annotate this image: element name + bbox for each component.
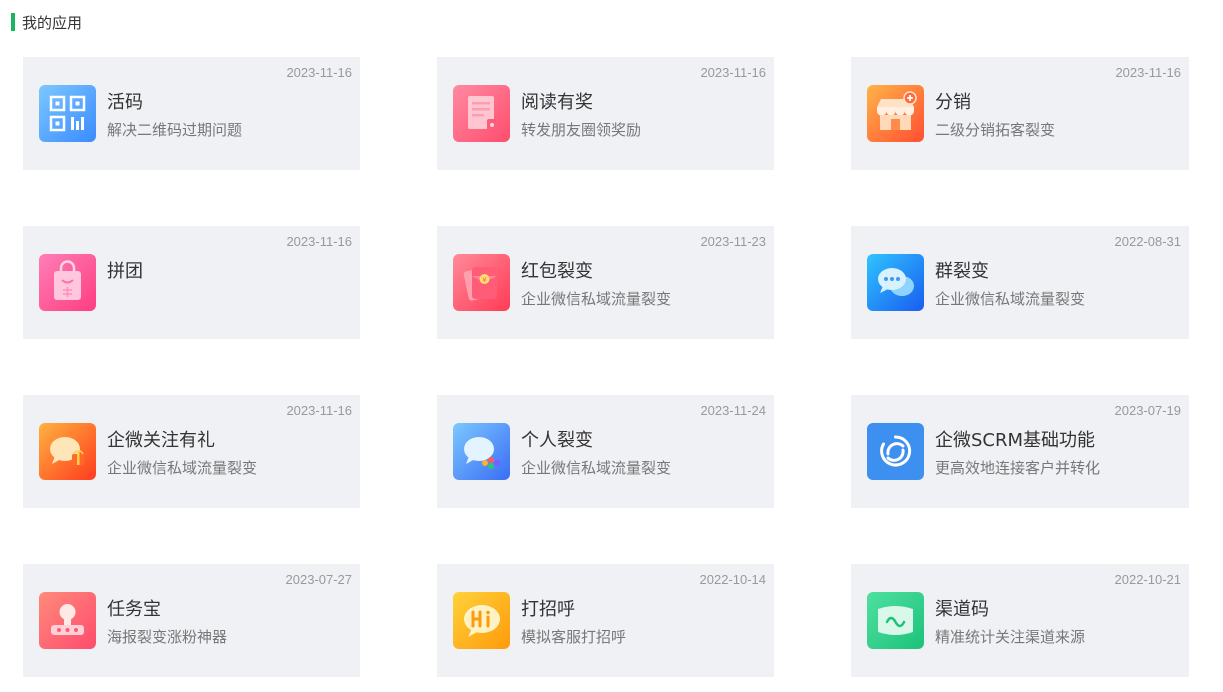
app-card-channel-code[interactable]: 2022-10-21 渠道码 精准统计关注渠道来源	[851, 564, 1189, 677]
section-accent-bar	[11, 13, 15, 31]
app-name: 红包裂变	[521, 261, 593, 282]
chat-share-icon	[453, 423, 510, 480]
channel-map-icon	[867, 592, 924, 649]
app-date: 2023-11-16	[286, 403, 352, 418]
app-card-reading-reward[interactable]: 2023-11-16 阅读有奖 转发朋友圈领奖励	[437, 57, 774, 170]
app-date: 2023-11-16	[286, 234, 352, 249]
app-card-group-fission[interactable]: 2022-08-31 群裂变 企业微信私域流量裂变	[851, 226, 1189, 339]
app-name: 打招呼	[521, 599, 575, 620]
red-packet-icon: ¥	[453, 254, 510, 311]
app-date: 2023-11-16	[286, 65, 352, 80]
shopping-bag-icon	[39, 254, 96, 311]
app-date: 2023-11-24	[700, 403, 766, 418]
app-name: 任务宝	[107, 599, 161, 620]
app-desc: 模拟客服打招呼	[521, 628, 627, 646]
app-desc: 海报裂变涨粉神器	[107, 628, 228, 646]
app-desc: 二级分销拓客裂变	[935, 121, 1056, 139]
app-card-red-packet-fission[interactable]: 2023-11-23 ¥ 红包裂变 企业微信私域流量裂变	[437, 226, 774, 339]
app-card-personal-fission[interactable]: 2023-11-24 个人裂变 企业微信私域流量裂变	[437, 395, 774, 508]
app-card-follow-gift[interactable]: 2023-11-16 企微关注有礼 企业微信私域流量裂变	[23, 395, 360, 508]
app-name: 企微SCRM基础功能	[935, 430, 1096, 451]
app-card-distribution[interactable]: 2023-11-16 分销 二级分销拓客裂变	[851, 57, 1189, 170]
storefront-icon	[867, 85, 924, 142]
app-card-live-code[interactable]: 2023-11-16 活码 解决二维码过期问题	[23, 57, 360, 170]
app-card-task-treasure[interactable]: 2023-07-27 任务宝 海报裂变涨粉神器	[23, 564, 360, 677]
scrm-logo-icon	[867, 423, 924, 480]
chat-gift-icon	[39, 423, 96, 480]
app-desc: 精准统计关注渠道来源	[935, 628, 1086, 646]
app-card-group-buy[interactable]: 2023-11-16 拼团	[23, 226, 360, 339]
app-card-greeting[interactable]: 2022-10-14 打招呼 模拟客服打招呼	[437, 564, 774, 677]
app-date: 2022-08-31	[1114, 234, 1182, 249]
app-grid: 2023-11-16 活码 解决二维码过期问题 2023-11-16 阅读有奖 …	[23, 57, 1189, 677]
app-desc: 更高效地连接客户并转化	[935, 459, 1101, 477]
section-title: 我的应用	[22, 13, 83, 32]
app-name: 阅读有奖	[521, 92, 593, 113]
app-desc: 企业微信私域流量裂变	[521, 290, 672, 308]
app-date: 2023-07-19	[1114, 403, 1182, 418]
app-date: 2022-10-21	[1114, 572, 1182, 587]
chat-bubbles-icon	[867, 254, 924, 311]
app-name: 个人裂变	[521, 430, 593, 451]
app-desc: 企业微信私域流量裂变	[935, 290, 1086, 308]
app-desc: 解决二维码过期问题	[107, 121, 243, 139]
app-name: 活码	[107, 92, 143, 113]
app-name: 拼团	[107, 261, 143, 282]
document-reward-icon	[453, 85, 510, 142]
svg-text:¥: ¥	[482, 276, 487, 284]
hi-bubble-icon	[453, 592, 510, 649]
app-desc: 转发朋友圈领奖励	[521, 121, 642, 139]
app-desc: 企业微信私域流量裂变	[107, 459, 258, 477]
app-desc: 企业微信私域流量裂变	[521, 459, 672, 477]
qr-code-icon	[39, 85, 96, 142]
app-date: 2023-11-16	[1115, 65, 1181, 80]
mascot-icon	[39, 592, 96, 649]
section-header: 我的应用	[11, 12, 82, 32]
app-card-scrm-basic[interactable]: 2023-07-19 企微SCRM基础功能 更高效地连接客户并转化	[851, 395, 1189, 508]
app-name: 分销	[935, 92, 971, 113]
app-date: 2023-11-23	[700, 234, 766, 249]
app-name: 群裂变	[935, 261, 989, 282]
app-name: 企微关注有礼	[107, 430, 215, 451]
app-date: 2023-07-27	[285, 572, 353, 587]
app-date: 2023-11-16	[700, 65, 766, 80]
app-name: 渠道码	[935, 599, 989, 620]
app-date: 2022-10-14	[699, 572, 767, 587]
